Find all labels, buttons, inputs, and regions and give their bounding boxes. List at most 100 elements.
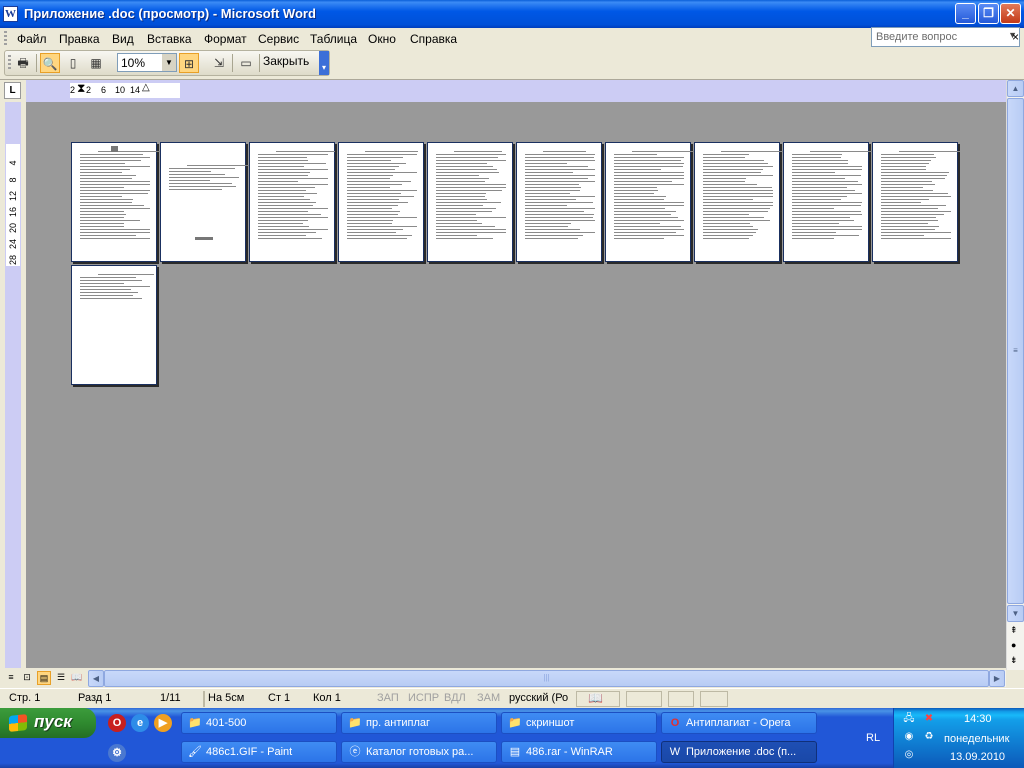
- tray-app-icon[interactable]: ◉: [902, 730, 916, 744]
- menu-edit[interactable]: Правка: [59, 32, 100, 46]
- clock-time[interactable]: 14:30: [964, 713, 992, 725]
- menu-view[interactable]: Вид: [112, 32, 134, 46]
- select-browse-object-icon[interactable]: ●: [1011, 640, 1016, 650]
- page-thumbnail[interactable]: [694, 142, 791, 262]
- vertical-ruler[interactable]: 4 8 12 16 20 24 28: [5, 102, 21, 668]
- text-line: [792, 154, 842, 155]
- text-line: [436, 199, 488, 200]
- magnifier-icon[interactable]: 🔍: [40, 53, 60, 73]
- menu-file[interactable]: Файл: [17, 32, 47, 46]
- horizontal-ruler[interactable]: 2 2 6 10 14 ⧗ △: [26, 80, 1006, 102]
- page-thumbnail[interactable]: [516, 142, 602, 262]
- maximize-button[interactable]: ❐: [978, 3, 999, 24]
- status-extend-selection[interactable]: ВДЛ: [444, 691, 466, 707]
- show-desktop-icon[interactable]: ⚙: [108, 744, 126, 762]
- title-bar[interactable]: W Приложение .doc (просмотр) - Microsoft…: [0, 0, 1024, 28]
- volume-icon[interactable]: ◎: [902, 748, 916, 762]
- one-page-icon[interactable]: ▯: [63, 53, 83, 73]
- text-line: [80, 154, 144, 155]
- horizontal-scrollbar[interactable]: ◀ ||| ▶: [88, 670, 1006, 687]
- ruler-text-area: 2 2 6 10 14 ⧗ △: [70, 81, 180, 98]
- text-line: [80, 295, 134, 296]
- page-thumbnail[interactable]: [338, 142, 424, 262]
- close-button[interactable]: ✕: [1000, 3, 1021, 24]
- media-player-icon[interactable]: ▶: [154, 714, 172, 732]
- prev-page-icon[interactable]: ⇞: [1010, 625, 1018, 636]
- tab-selector-icon[interactable]: L: [4, 82, 21, 99]
- status-record-macro[interactable]: ЗАП: [377, 691, 399, 707]
- ruler-mark: 2: [70, 85, 76, 95]
- page-thumbnail[interactable]: [160, 142, 251, 262]
- page-thumbnail[interactable]: [783, 142, 877, 262]
- task-button[interactable]: 📁 пр. антиплаг: [341, 712, 497, 734]
- status-overtype[interactable]: ЗАМ: [477, 691, 500, 707]
- start-button[interactable]: пуск: [0, 708, 96, 738]
- page-thumbnail[interactable]: [605, 142, 702, 262]
- print-preview-area[interactable]: [26, 102, 1006, 668]
- menu-tools[interactable]: Сервис: [258, 32, 299, 46]
- ask-question-input[interactable]: Введите вопрос ▼: [871, 27, 1020, 47]
- word-app-icon[interactable]: W: [3, 6, 18, 22]
- tray-app-icon[interactable]: ♻: [922, 730, 936, 744]
- view-ruler-icon[interactable]: ⊞: [179, 53, 199, 73]
- text-line: [258, 220, 309, 221]
- menu-window[interactable]: Окно: [368, 32, 396, 46]
- task-button[interactable]: 📁 401-500: [181, 712, 337, 734]
- page-thumbnail[interactable]: [427, 142, 513, 262]
- page-thumbnail[interactable]: [249, 142, 335, 262]
- toolbar-options-icon[interactable]: ▾: [319, 51, 329, 75]
- horizontal-scroll-thumb[interactable]: |||: [104, 670, 989, 687]
- text-line: [881, 229, 936, 230]
- indent-marker-icon[interactable]: ⧗: [77, 81, 85, 96]
- right-indent-marker-icon[interactable]: △: [142, 82, 150, 93]
- task-button[interactable]: 📁 скриншот: [501, 712, 657, 734]
- spelling-book-icon[interactable]: 📖: [588, 691, 603, 707]
- text-line: [525, 181, 595, 182]
- reading-layout-icon[interactable]: 📖: [70, 671, 84, 685]
- task-button-active[interactable]: W Приложение .doc (п...: [661, 741, 817, 763]
- shrink-to-fit-icon[interactable]: ⇲: [209, 53, 229, 73]
- multiple-pages-icon[interactable]: ▦: [86, 53, 106, 73]
- page-thumbnail[interactable]: [872, 142, 961, 262]
- menu-help[interactable]: Справка: [410, 32, 457, 46]
- vertical-scroll-thumb[interactable]: ≡: [1007, 98, 1024, 604]
- toolbar-grip[interactable]: [8, 55, 11, 71]
- next-page-icon[interactable]: ⇟: [1010, 655, 1018, 666]
- page-thumbnail[interactable]: [71, 265, 157, 385]
- task-button[interactable]: 🖌 486c1.GIF - Paint: [181, 741, 337, 763]
- web-layout-icon[interactable]: ⊡: [20, 671, 34, 685]
- close-preview-button[interactable]: Закрыть: [263, 54, 309, 68]
- menu-table[interactable]: Таблица: [310, 32, 357, 46]
- task-button[interactable]: ⓔ Каталог готовых ра...: [341, 741, 497, 763]
- ie-icon[interactable]: e: [131, 714, 149, 732]
- scroll-left-icon[interactable]: ◀: [88, 670, 104, 687]
- text-line: [881, 217, 936, 218]
- status-track-changes[interactable]: ИСПР: [408, 691, 439, 707]
- menu-grip[interactable]: [4, 31, 7, 46]
- scroll-up-icon[interactable]: ▲: [1007, 80, 1024, 97]
- chevron-down-icon[interactable]: ▼: [162, 54, 176, 71]
- minimize-button[interactable]: _: [955, 3, 976, 24]
- menu-format[interactable]: Формат: [204, 32, 247, 46]
- menu-close-doc-icon[interactable]: ×: [1012, 30, 1019, 44]
- print-icon[interactable]: 🖶: [13, 53, 33, 73]
- vertical-scrollbar[interactable]: ▲ ≡ ▼ ⇞ ● ⇟: [1006, 80, 1024, 670]
- zoom-select[interactable]: 10% ▼: [117, 53, 177, 72]
- print-layout-icon[interactable]: ▤: [37, 671, 51, 685]
- menu-insert[interactable]: Вставка: [147, 32, 192, 46]
- task-button[interactable]: ▤ 486.rar - WinRAR: [501, 741, 657, 763]
- task-button[interactable]: O Антиплагиат - Opera: [661, 712, 817, 734]
- scroll-right-icon[interactable]: ▶: [989, 670, 1005, 687]
- normal-view-icon[interactable]: ≡: [4, 671, 18, 685]
- opera-icon[interactable]: O: [108, 714, 126, 732]
- full-screen-icon[interactable]: ▭: [236, 53, 256, 73]
- outline-view-icon[interactable]: ☰: [54, 671, 68, 685]
- antivirus-icon[interactable]: ✖: [922, 712, 936, 726]
- scroll-down-icon[interactable]: ▼: [1007, 605, 1024, 622]
- text-line: [881, 169, 927, 170]
- network-icon[interactable]: 🖧: [902, 712, 916, 726]
- status-language[interactable]: русский (Ро: [509, 691, 568, 707]
- language-indicator[interactable]: RL: [866, 732, 880, 744]
- task-label: 486.rar - WinRAR: [526, 746, 613, 758]
- page-thumbnail[interactable]: [71, 142, 168, 262]
